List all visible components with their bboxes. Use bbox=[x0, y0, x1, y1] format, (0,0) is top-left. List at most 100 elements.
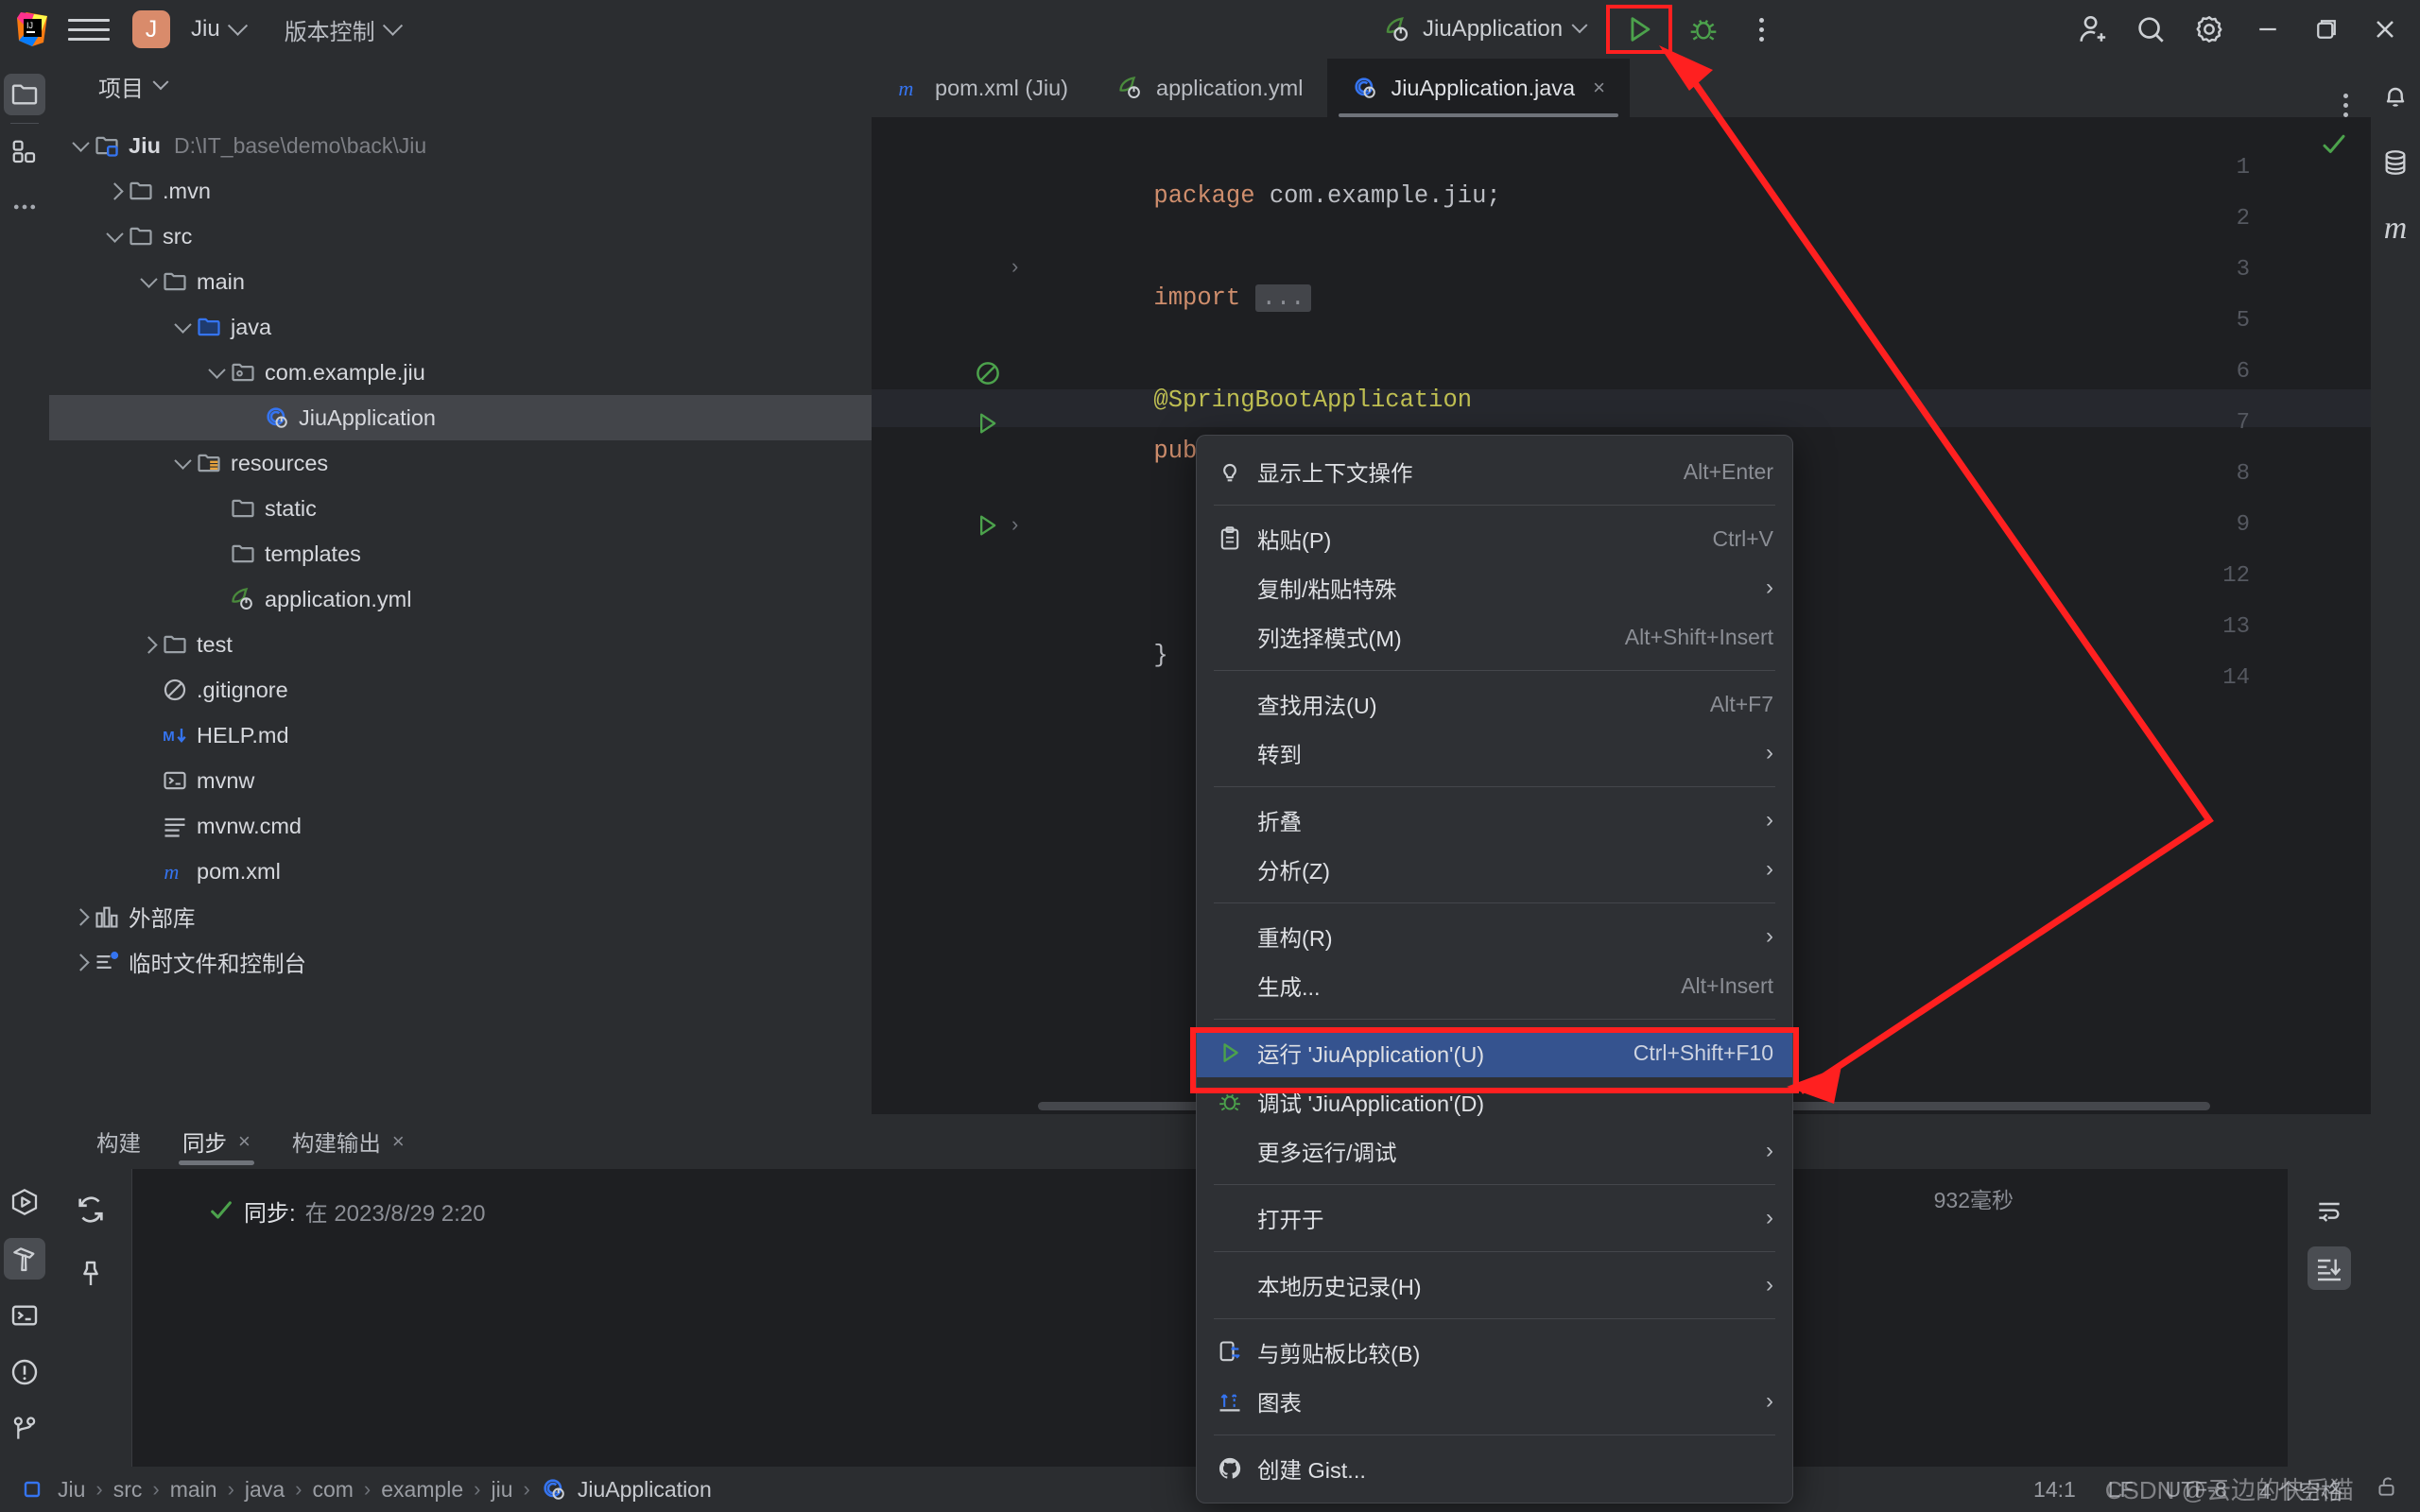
close-build-tab-icon[interactable]: × bbox=[392, 1129, 405, 1154]
sidebar-item-build[interactable] bbox=[4, 1238, 45, 1280]
build-tab-2[interactable]: 构建输出 × bbox=[271, 1114, 425, 1169]
menu-item-19[interactable]: 打开于 › bbox=[1197, 1194, 1792, 1243]
breadcrumb-segment[interactable]: Jiu bbox=[58, 1477, 85, 1503]
build-tab-0[interactable]: 构建 bbox=[76, 1114, 162, 1169]
build-tab-1[interactable]: 同步 × bbox=[162, 1114, 271, 1169]
tree-node-src[interactable]: src bbox=[49, 214, 872, 259]
menu-item-23[interactable]: 与剪贴板比较(B) bbox=[1197, 1328, 1792, 1377]
breadcrumb-segment[interactable]: com bbox=[312, 1477, 353, 1503]
menu-item-9[interactable]: 折叠 › bbox=[1197, 796, 1792, 845]
tree-expand-chevron-right-icon[interactable] bbox=[102, 179, 127, 203]
tree-expand-chevron-down-icon[interactable] bbox=[170, 315, 195, 339]
encoding[interactable]: UTF-8 bbox=[2166, 1477, 2227, 1503]
hamburger-menu-icon[interactable] bbox=[68, 12, 110, 46]
menu-item-10[interactable]: 分析(Z) › bbox=[1197, 845, 1792, 894]
editor-tab-jiuapplication-java[interactable]: JiuApplication.java × bbox=[1327, 59, 1630, 117]
tree-expand-chevron-down-icon[interactable] bbox=[170, 451, 195, 475]
project-panel-header[interactable]: 项目 bbox=[49, 59, 872, 113]
rerun-sync-icon[interactable] bbox=[71, 1190, 111, 1229]
spring-bean-gutter-icon[interactable] bbox=[974, 359, 1002, 387]
breadcrumb-segment[interactable]: main bbox=[170, 1477, 217, 1503]
editor-tab-application-yml[interactable]: application.yml bbox=[1093, 59, 1327, 117]
sidebar-item-run[interactable] bbox=[4, 1181, 45, 1223]
editor-tabs-more-icon[interactable] bbox=[2343, 94, 2371, 117]
soft-wrap-icon[interactable] bbox=[2308, 1190, 2351, 1233]
tree-node--mvn[interactable]: .mvn bbox=[49, 168, 872, 214]
tree-node-pom-xml[interactable]: m pom.xml bbox=[49, 849, 872, 894]
tree-expand-chevron-down-icon[interactable] bbox=[136, 269, 161, 294]
tree-node-mvnw-cmd[interactable]: mvnw.cmd bbox=[49, 803, 872, 849]
tree-node-main[interactable]: main bbox=[49, 259, 872, 304]
sidebar-item-more[interactable] bbox=[4, 186, 45, 228]
menu-item-16[interactable]: 调试 'JiuApplication'(D) bbox=[1197, 1077, 1792, 1126]
tree-node-templates[interactable]: templates bbox=[49, 531, 872, 576]
tree-expand-chevron-right-icon[interactable] bbox=[136, 632, 161, 657]
fold-chevron-icon[interactable]: › bbox=[1011, 512, 1018, 537]
tree-node--gitignore[interactable]: .gitignore bbox=[49, 667, 872, 713]
menu-item-15[interactable]: 运行 'JiuApplication'(U) Ctrl+Shift+F10 bbox=[1197, 1028, 1792, 1077]
tree-expand-chevron-right-icon[interactable] bbox=[68, 950, 93, 974]
tree-expand-chevron-down-icon[interactable] bbox=[204, 360, 229, 385]
tree-node-help-md[interactable]: M HELP.md bbox=[49, 713, 872, 758]
menu-item-0[interactable]: 显示上下文操作 Alt+Enter bbox=[1197, 447, 1792, 496]
caret-position[interactable]: 14:1 bbox=[2033, 1477, 2076, 1503]
tree-node--[interactable]: 临时文件和控制台 bbox=[49, 939, 872, 985]
tree-node--[interactable]: 外部库 bbox=[49, 894, 872, 939]
pin-tab-icon[interactable] bbox=[71, 1254, 111, 1294]
tree-expand-chevron-down-icon[interactable] bbox=[68, 133, 93, 158]
tree-node-jiuapplication[interactable]: JiuApplication bbox=[49, 395, 872, 440]
menu-item-3[interactable]: 复制/粘贴特殊 › bbox=[1197, 563, 1792, 612]
menu-item-21[interactable]: 本地历史记录(H) › bbox=[1197, 1261, 1792, 1310]
editor-tab-bar[interactable]: m pom.xml (Jiu) application.yml JiuApplic… bbox=[872, 59, 2371, 117]
settings-gear-icon[interactable] bbox=[2180, 0, 2238, 59]
inspections-ok-checkmark-icon[interactable] bbox=[2320, 130, 2348, 163]
tree-node-mvnw[interactable]: mvnw bbox=[49, 758, 872, 803]
breadcrumb-segment[interactable]: jiu bbox=[492, 1477, 513, 1503]
tree-node-java[interactable]: java bbox=[49, 304, 872, 350]
sidebar-item-maven[interactable]: m bbox=[2375, 208, 2416, 249]
sidebar-item-project[interactable] bbox=[4, 74, 45, 115]
sidebar-item-terminal[interactable] bbox=[4, 1295, 45, 1336]
breadcrumb-segment[interactable]: example bbox=[381, 1477, 463, 1503]
menu-item-2[interactable]: 粘贴(P) Ctrl+V bbox=[1197, 514, 1792, 563]
tree-node-com-example-jiu[interactable]: com.example.jiu bbox=[49, 350, 872, 395]
minimize-icon[interactable] bbox=[2238, 0, 2297, 59]
scroll-to-end-icon[interactable] bbox=[2308, 1246, 2351, 1290]
close-icon[interactable] bbox=[2356, 0, 2414, 59]
debug-button[interactable] bbox=[1678, 9, 1729, 50]
breadcrumb-segment[interactable]: src bbox=[113, 1477, 143, 1503]
tree-node-jiu[interactable]: Jiu D:\IT_base\demo\back\Jiu bbox=[49, 123, 872, 168]
project-tree[interactable]: Jiu D:\IT_base\demo\back\Jiu .mvn src main ja… bbox=[49, 113, 872, 985]
maximize-icon[interactable] bbox=[2297, 0, 2356, 59]
tree-node-test[interactable]: test bbox=[49, 622, 872, 667]
close-tab-icon[interactable]: × bbox=[1593, 76, 1605, 100]
project-name-dropdown[interactable]: Jiu bbox=[182, 10, 254, 48]
run-configuration-selector[interactable]: JiuApplication bbox=[1375, 10, 1593, 48]
search-icon[interactable] bbox=[2121, 0, 2180, 59]
run-method-gutter-icon[interactable] bbox=[974, 512, 1002, 541]
editor-tab-pom-xml-jiu-[interactable]: m pom.xml (Jiu) bbox=[872, 59, 1093, 117]
sidebar-item-problems[interactable] bbox=[4, 1351, 45, 1393]
breadcrumb[interactable]: Jiu › src › main › java › com › example › jiu › JiuAp… bbox=[21, 1476, 712, 1503]
run-class-gutter-icon[interactable] bbox=[974, 410, 1002, 438]
tree-expand-chevron-right-icon[interactable] bbox=[68, 904, 93, 929]
tree-node-application-yml[interactable]: application.yml bbox=[49, 576, 872, 622]
sidebar-item-notifications[interactable] bbox=[2375, 76, 2416, 117]
add-user-icon[interactable] bbox=[2063, 0, 2121, 59]
folded-imports[interactable]: ... bbox=[1254, 284, 1312, 312]
menu-item-17[interactable]: 更多运行/调试 › bbox=[1197, 1126, 1792, 1176]
menu-item-26[interactable]: 创建 Gist... bbox=[1197, 1444, 1792, 1493]
breadcrumb-segment-last[interactable]: JiuApplication bbox=[578, 1477, 712, 1503]
menu-item-24[interactable]: 图表 › bbox=[1197, 1377, 1792, 1426]
sidebar-item-version-control[interactable] bbox=[4, 1408, 45, 1450]
menu-item-12[interactable]: 重构(R) › bbox=[1197, 912, 1792, 961]
menu-item-13[interactable]: 生成... Alt+Insert bbox=[1197, 961, 1792, 1010]
menu-item-6[interactable]: 查找用法(U) Alt+F7 bbox=[1197, 679, 1792, 729]
editor-gutter[interactable] bbox=[872, 117, 1028, 1114]
menu-item-4[interactable]: 列选择模式(M) Alt+Shift+Insert bbox=[1197, 612, 1792, 662]
fold-chevron-icon[interactable]: › bbox=[1011, 254, 1018, 279]
more-actions-button[interactable] bbox=[1740, 9, 1782, 50]
menu-item-7[interactable]: 转到 › bbox=[1197, 729, 1792, 778]
project-badge[interactable]: J bbox=[132, 10, 170, 48]
line-separator[interactable]: LF bbox=[2108, 1477, 2134, 1503]
